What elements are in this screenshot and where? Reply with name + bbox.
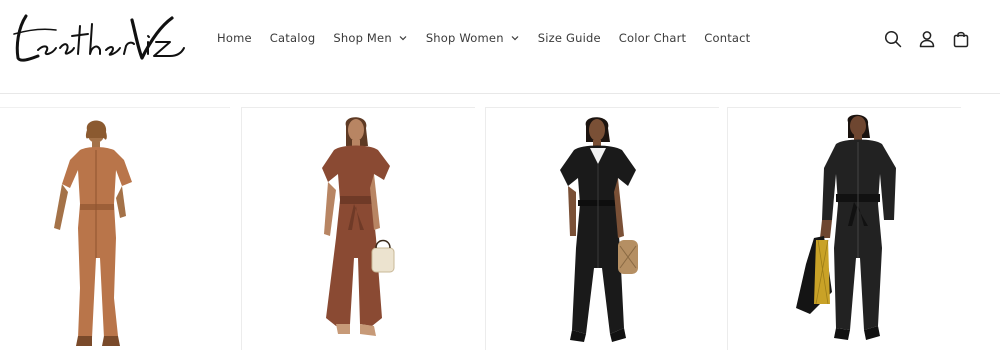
- chevron-down-icon: [398, 33, 408, 43]
- product-card[interactable]: [727, 107, 962, 350]
- header-icons: [880, 26, 982, 52]
- product-card[interactable]: [241, 107, 476, 350]
- tan-leather-jumpsuit-image: [0, 108, 230, 350]
- chevron-down-icon: [510, 33, 520, 43]
- product-card[interactable]: [0, 107, 230, 350]
- nav-shop-women[interactable]: Shop Women: [426, 31, 520, 45]
- site-header: Home Catalog Shop Men Shop Women Size Gu…: [0, 0, 1000, 94]
- account-icon[interactable]: [914, 26, 940, 52]
- black-leather-jumpsuit-image: [486, 108, 720, 350]
- main-nav: Home Catalog Shop Men Shop Women Size Gu…: [217, 28, 768, 48]
- product-card[interactable]: [485, 107, 720, 350]
- nav-home-label: Home: [217, 31, 252, 45]
- nav-color-chart-label: Color Chart: [618, 31, 687, 45]
- rust-leather-belted-jumpsuit-image: [242, 108, 476, 350]
- nav-size-guide-label: Size Guide: [537, 31, 601, 45]
- black-leather-utility-jumpsuit-image: [728, 108, 962, 350]
- nav-home[interactable]: Home: [217, 31, 252, 45]
- nav-shop-men[interactable]: Shop Men: [333, 31, 407, 45]
- nav-contact[interactable]: Contact: [704, 31, 750, 45]
- search-icon[interactable]: [880, 26, 906, 52]
- nav-shop-men-label: Shop Men: [333, 31, 392, 45]
- nav-color-chart[interactable]: Color Chart: [619, 31, 686, 45]
- nav-catalog[interactable]: Catalog: [270, 31, 316, 45]
- nav-contact-label: Contact: [704, 31, 751, 45]
- nav-shop-women-label: Shop Women: [425, 31, 504, 45]
- nav-size-guide[interactable]: Size Guide: [538, 31, 601, 45]
- brand-logo[interactable]: [8, 6, 188, 68]
- product-grid: [0, 107, 1000, 350]
- cart-icon[interactable]: [948, 26, 974, 52]
- nav-catalog-label: Catalog: [269, 31, 316, 45]
